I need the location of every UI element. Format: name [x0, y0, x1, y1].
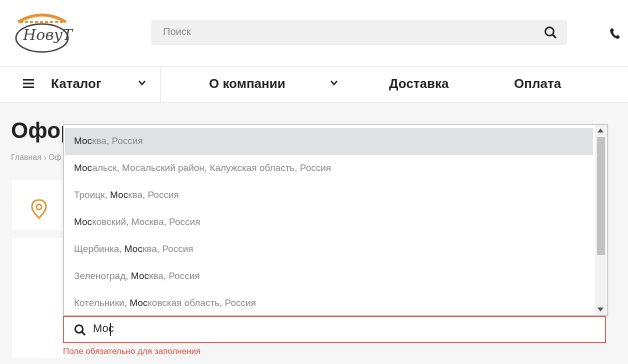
suggestion-prefix: Щербинка, [74, 244, 125, 255]
suggestion-item[interactable]: Мосальск, Мосальский район, Калужская об… [65, 155, 593, 182]
suggestion-rest: ковская область, Россия [147, 298, 256, 309]
suggestion-item[interactable]: Москва, Россия [65, 128, 593, 155]
suggestion-match: Мос [74, 163, 93, 174]
suggestion-rest: ковский, Москва, Россия [92, 217, 201, 228]
suggestion-list: Москва, Россия Мосальск, Мосальский район… [65, 128, 593, 315]
suggestion-rest: ква, Россия [148, 271, 200, 282]
suggestion-match: Мос [74, 136, 93, 147]
suggestion-prefix: Троицк, [74, 190, 111, 201]
nav-delivery[interactable]: Доставка [389, 66, 449, 102]
scrollbar-thumb[interactable] [597, 137, 605, 255]
search-input[interactable] [151, 20, 533, 45]
nav-about[interactable]: О компании [209, 66, 285, 102]
search-icon[interactable] [544, 26, 557, 39]
phone-icon[interactable] [610, 27, 620, 39]
suggestion-rest: ква, Россия [142, 244, 194, 255]
suggestion-item[interactable]: Котельники, Московская область, Россия [65, 290, 593, 315]
suggestion-rest: ква, Россия [92, 136, 143, 147]
city-suggestions-dropdown: Москва, Россия Мосальск, Мосальский район… [63, 124, 608, 316]
suggestion-prefix: Зеленоград, [74, 271, 131, 282]
suggestion-prefix: Котельники, [74, 298, 130, 309]
city-input[interactable]: Мос [63, 316, 606, 343]
suggestion-item[interactable]: Московский, Москва, Россия [65, 209, 593, 236]
suggestion-item[interactable]: Щербинка, Москва, Россия [65, 236, 593, 263]
suggestion-item[interactable]: Зеленоград, Москва, Россия [65, 263, 593, 290]
location-pin-icon [31, 199, 47, 219]
hamburger-menu-icon[interactable] [23, 79, 34, 88]
nav-payment[interactable]: Оплата [514, 66, 561, 102]
suggestion-rest: ква, Россия [128, 190, 179, 201]
search-icon [74, 324, 86, 336]
scroll-up-arrow-icon[interactable] [597, 128, 604, 133]
suggestion-match: Мос [124, 244, 143, 255]
breadcrumb: Главная › Оф [11, 153, 62, 162]
scroll-down-arrow-icon[interactable] [597, 307, 604, 312]
site-logo[interactable]: НовуТ [10, 10, 74, 56]
text-caret [110, 323, 111, 336]
suggestion-match: Мос [110, 190, 129, 201]
suggestion-item[interactable]: Троицк, Москва, Россия [65, 182, 593, 209]
chevron-down-icon[interactable] [138, 80, 146, 86]
required-field-error: Поле обязательно для заполнения [63, 346, 201, 356]
chevron-down-icon[interactable] [330, 80, 338, 86]
suggestion-rest: альск, Мосальский район, Калужская облас… [92, 163, 332, 174]
suggestion-match: Мос [129, 298, 148, 309]
nav-catalog[interactable]: Каталог [51, 66, 101, 102]
search-bar [151, 20, 567, 45]
suggestion-match: Мос [74, 217, 93, 228]
suggestion-match: Мос [130, 271, 149, 282]
logo-text: НовуТ [23, 26, 73, 44]
nav-separator [160, 66, 161, 102]
